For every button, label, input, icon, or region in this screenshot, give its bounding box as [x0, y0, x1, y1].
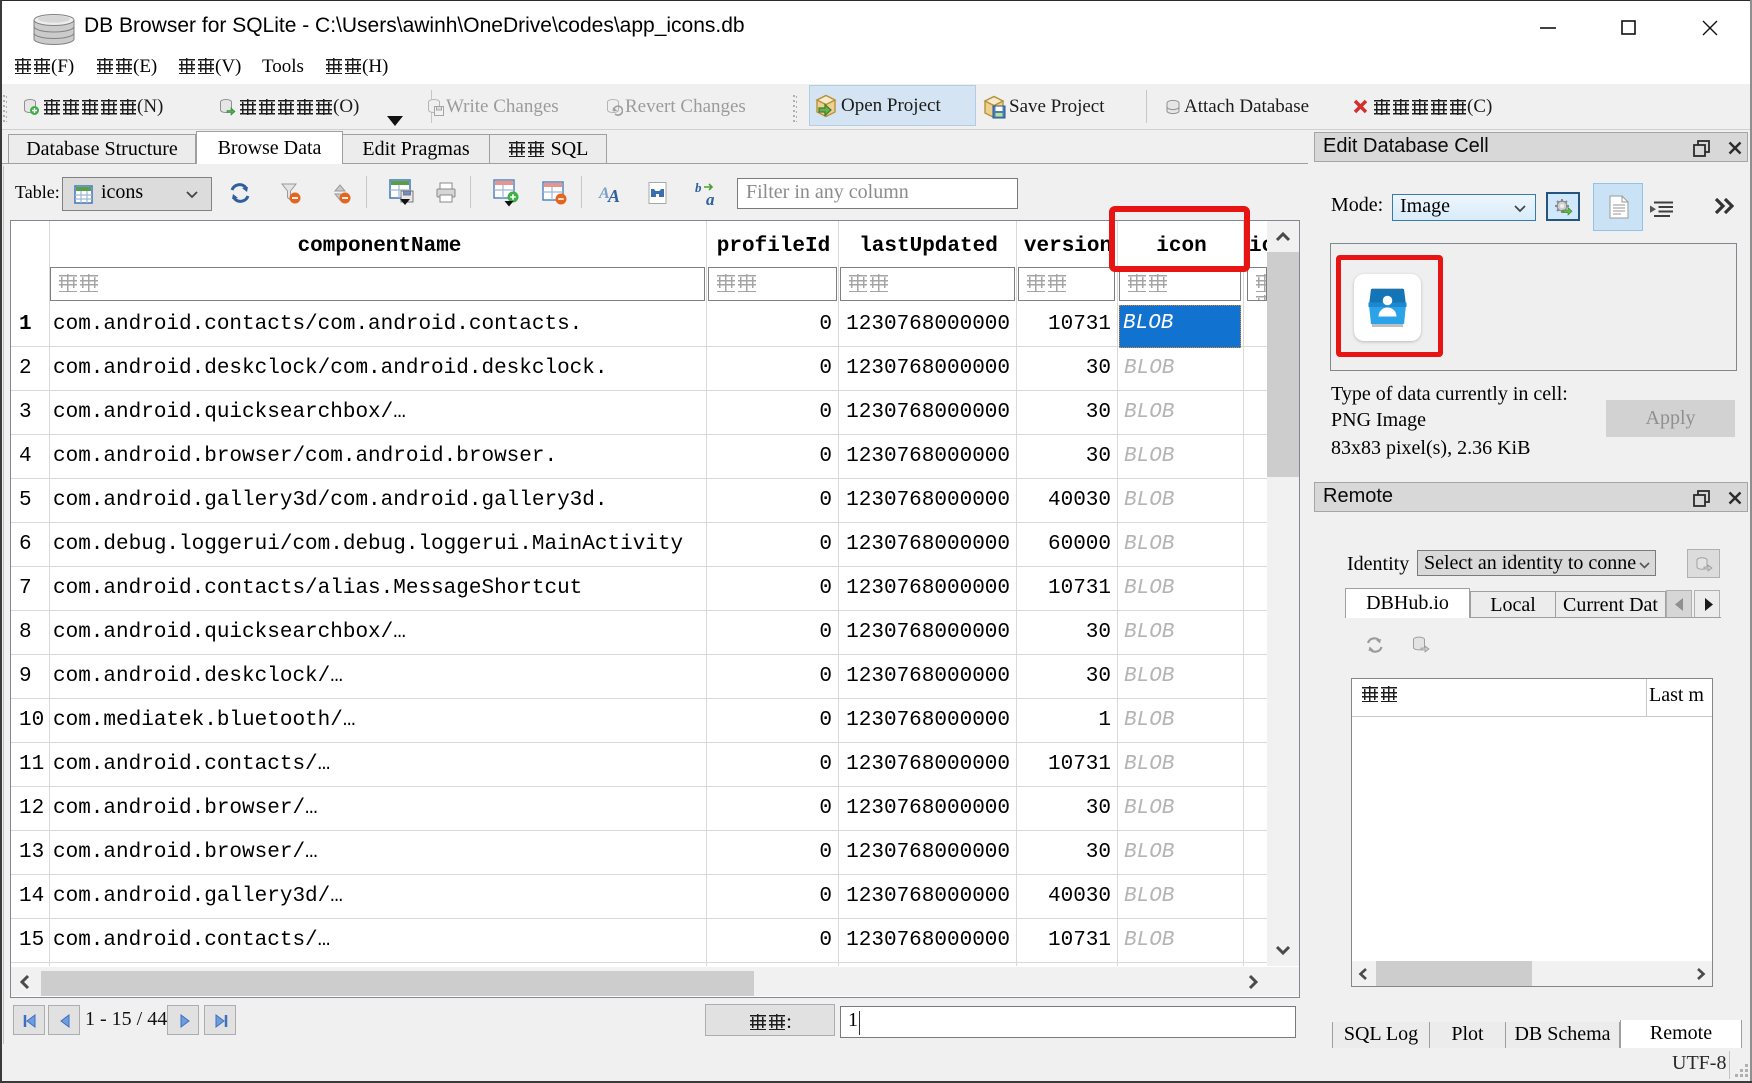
- svg-text:b: b: [695, 181, 702, 195]
- svg-text:a: a: [706, 190, 715, 207]
- svg-text:A: A: [607, 186, 620, 204]
